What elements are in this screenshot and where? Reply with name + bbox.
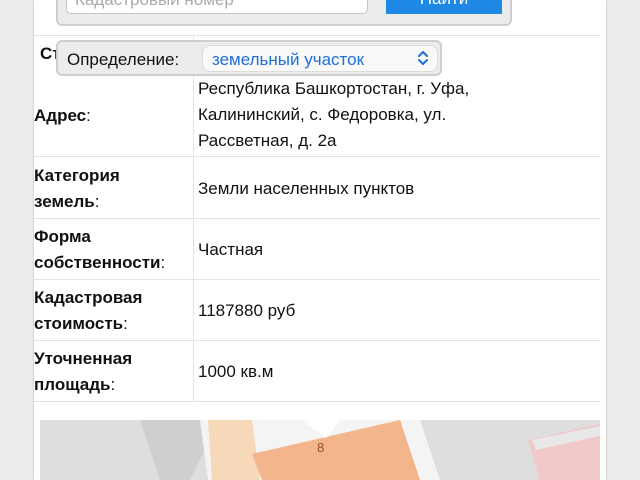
- row-divider: [34, 279, 600, 280]
- value-ownership: Частная: [198, 240, 264, 259]
- chevron-up-down-icon: [418, 51, 428, 65]
- table-row-address: Адрес: Республика Башкортостан, г. Уфа, …: [34, 76, 600, 156]
- search-bar: Кадастровый номер Найти: [56, 0, 512, 26]
- value-land-category: Земли населенных пунктов: [198, 179, 415, 198]
- value-cadastral-value: 1187880 руб: [198, 301, 296, 320]
- table-row-cadastral-value: Кадастровая стоимость: 1187880 руб: [34, 284, 600, 340]
- map-drawing: 8: [40, 420, 600, 480]
- definition-select[interactable]: земельный участок: [202, 45, 438, 72]
- row-divider: [34, 401, 600, 402]
- label-address: Адрес:: [34, 106, 91, 125]
- row-divider: [34, 35, 600, 36]
- label-ownership: Форма собственности:: [34, 227, 166, 272]
- label-area: Уточненная площадь:: [34, 349, 133, 394]
- table-row-land-category: Категория земель: Земли населенных пункт…: [34, 162, 600, 218]
- value-address: Республика Башкортостан, г. Уфа, Калинин…: [198, 79, 470, 150]
- label-cadastral-value: Кадастровая стоимость:: [34, 288, 143, 333]
- definition-select-value: земельный участок: [212, 50, 365, 69]
- row-divider: [34, 156, 600, 157]
- parcel-map[interactable]: 8: [40, 420, 600, 480]
- definition-label: Определение:: [67, 50, 180, 69]
- map-plot-number: 8: [317, 440, 324, 455]
- cadastral-number-input[interactable]: Кадастровый номер: [66, 0, 368, 14]
- definition-selector-panel: Определение: земельный участок: [56, 40, 442, 76]
- table-row-ownership: Форма собственности: Частная: [34, 223, 600, 279]
- table-row-area: Уточненная площадь: 1000 кв.м: [34, 345, 600, 401]
- row-divider: [34, 340, 600, 341]
- value-area: 1000 кв.м: [198, 362, 274, 381]
- column-divider: [193, 35, 194, 401]
- row-divider: [34, 218, 600, 219]
- map-plot-left: [208, 420, 260, 480]
- label-land-category: Категория земель:: [34, 166, 120, 211]
- search-button[interactable]: Найти: [386, 0, 502, 14]
